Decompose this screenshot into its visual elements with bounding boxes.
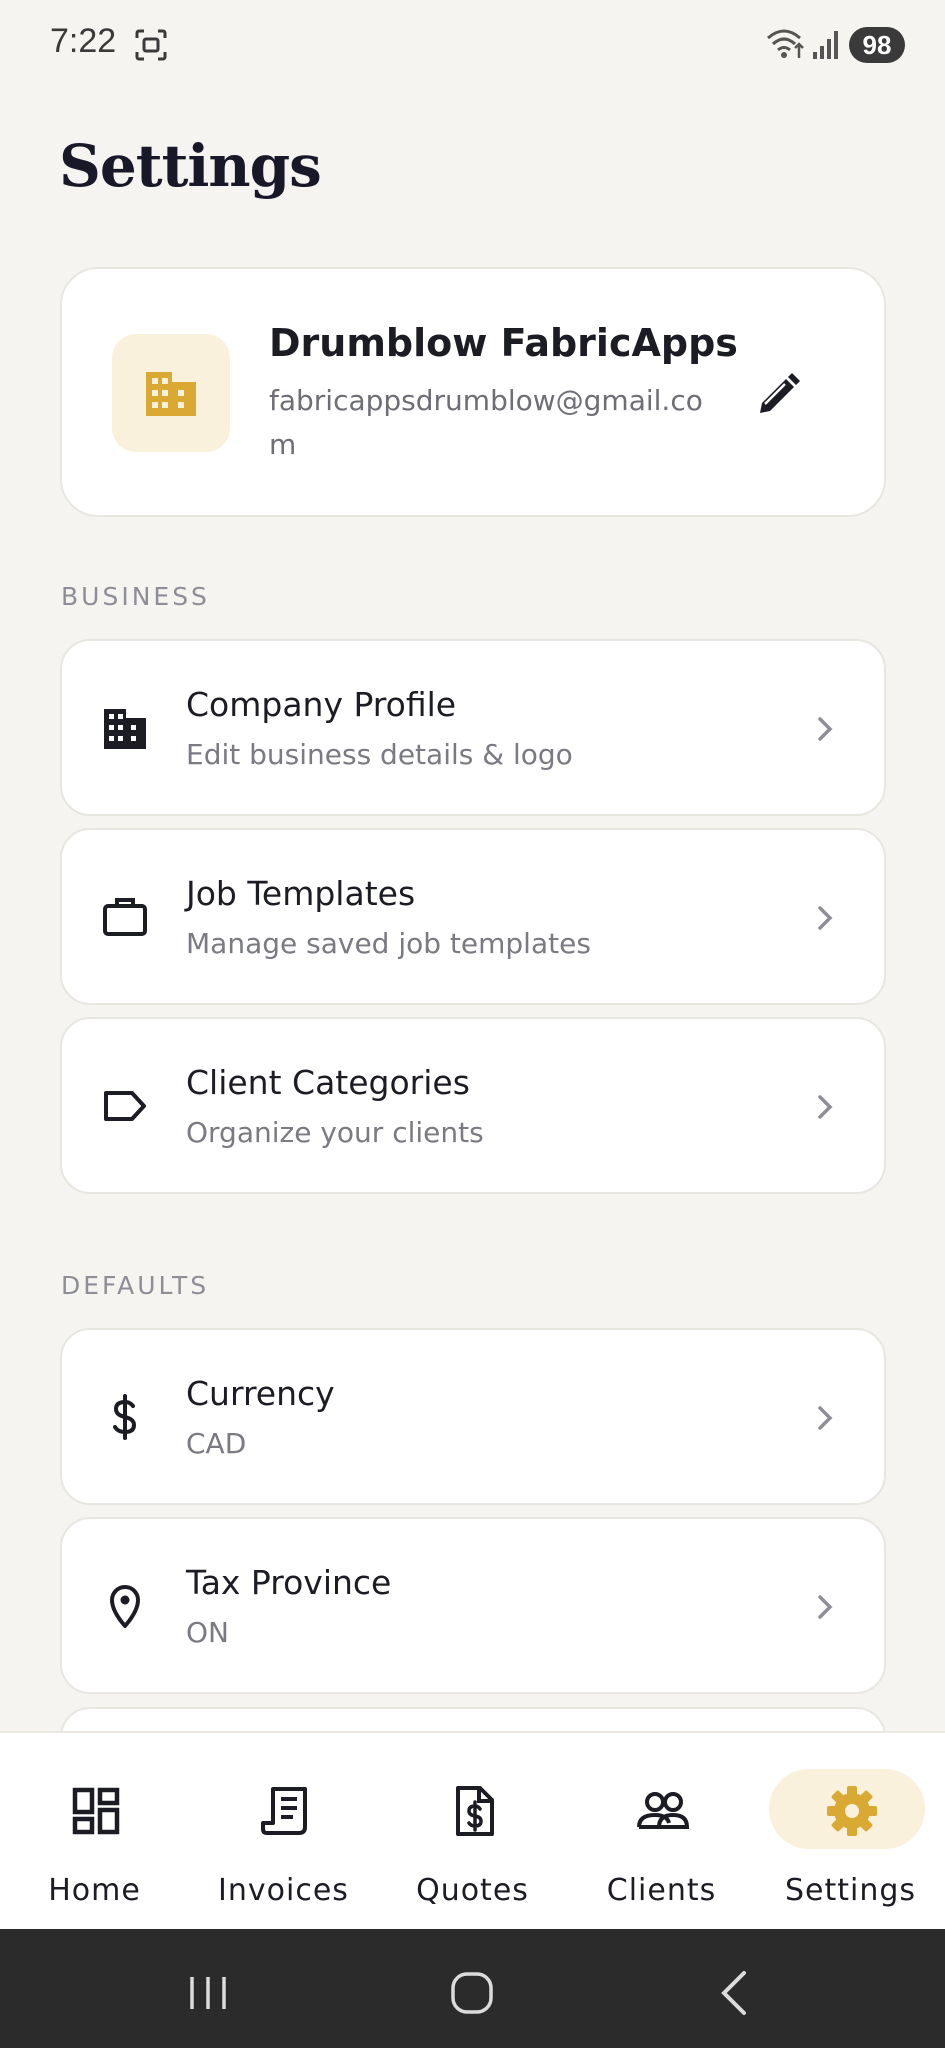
row-title: Client Categories bbox=[186, 1063, 470, 1102]
row-title: Currency bbox=[186, 1374, 335, 1413]
location-pin-icon bbox=[110, 1585, 140, 1628]
settings-row-job-templates[interactable]: Job Templates Manage saved job templates bbox=[60, 828, 886, 1005]
building-icon bbox=[104, 709, 146, 749]
chevron-right-icon bbox=[818, 717, 833, 741]
briefcase-icon bbox=[103, 898, 147, 936]
battery-indicator: 98 bbox=[849, 27, 905, 63]
chevron-right-icon bbox=[818, 1595, 833, 1619]
row-title: Job Templates bbox=[186, 874, 416, 913]
row-subtitle: Manage saved job templates bbox=[186, 927, 591, 960]
home-button-icon[interactable] bbox=[448, 1969, 496, 2017]
row-subtitle: Organize your clients bbox=[186, 1116, 484, 1149]
row-subtitle: CAD bbox=[186, 1427, 247, 1460]
tag-icon bbox=[104, 1091, 146, 1121]
settings-row-tax-province[interactable]: Tax Province ON bbox=[60, 1517, 886, 1694]
bottom-nav: Home Invoices Quotes Clients Settings bbox=[0, 1731, 945, 1929]
section-header-business: BUSINESS bbox=[61, 582, 210, 611]
status-time: 7:22 bbox=[50, 22, 117, 60]
profile-name: Drumblow FabricApps bbox=[269, 321, 738, 365]
dollar-icon bbox=[113, 1394, 137, 1440]
nav-label: Quotes bbox=[416, 1873, 529, 1908]
system-navigation-bar bbox=[0, 1929, 945, 2048]
screenshot-icon bbox=[135, 29, 167, 61]
page-title: Settings bbox=[59, 132, 322, 200]
recent-apps-icon[interactable] bbox=[184, 1969, 232, 2017]
gear-icon bbox=[827, 1786, 877, 1836]
receipt-icon bbox=[261, 1787, 307, 1835]
settings-row-client-categories[interactable]: Client Categories Organize your clients bbox=[60, 1017, 886, 1194]
wifi-icon bbox=[767, 29, 804, 58]
nav-item-settings[interactable]: Settings bbox=[756, 1733, 945, 1931]
nav-label: Home bbox=[48, 1873, 141, 1908]
row-title: Tax Province bbox=[186, 1563, 392, 1602]
chevron-right-icon bbox=[818, 1406, 833, 1430]
chevron-right-icon bbox=[818, 1095, 833, 1119]
section-header-defaults: DEFAULTS bbox=[61, 1271, 210, 1300]
nav-item-home[interactable]: Home bbox=[0, 1733, 189, 1931]
settings-row-currency[interactable]: Currency CAD bbox=[60, 1328, 886, 1505]
row-subtitle: ON bbox=[186, 1616, 229, 1649]
settings-row-company-profile[interactable]: Company Profile Edit business details & … bbox=[60, 639, 886, 816]
back-icon[interactable] bbox=[712, 1969, 760, 2017]
dashboard-icon bbox=[72, 1787, 120, 1835]
row-subtitle: Edit business details & logo bbox=[186, 738, 573, 771]
row-title: Company Profile bbox=[186, 685, 457, 724]
nav-item-quotes[interactable]: Quotes bbox=[378, 1733, 567, 1931]
signal-icon bbox=[813, 31, 838, 59]
avatar bbox=[112, 334, 230, 452]
profile-card[interactable]: Drumblow FabricApps fabricappsdrumblow@g… bbox=[60, 267, 886, 517]
people-icon bbox=[637, 1792, 689, 1829]
dollar-document-icon bbox=[456, 1786, 494, 1836]
nav-item-invoices[interactable]: Invoices bbox=[189, 1733, 378, 1931]
nav-label: Clients bbox=[606, 1873, 717, 1908]
nav-label: Settings bbox=[784, 1873, 917, 1908]
profile-email: fabricappsdrumblow@gmail.com bbox=[269, 384, 703, 461]
nav-item-clients[interactable]: Clients bbox=[567, 1733, 756, 1931]
nav-label: Invoices bbox=[218, 1873, 349, 1908]
chevron-right-icon bbox=[818, 906, 833, 930]
building-icon bbox=[146, 372, 196, 416]
status-bar: 7:22 98 bbox=[0, 0, 945, 90]
pencil-icon[interactable] bbox=[752, 369, 804, 421]
